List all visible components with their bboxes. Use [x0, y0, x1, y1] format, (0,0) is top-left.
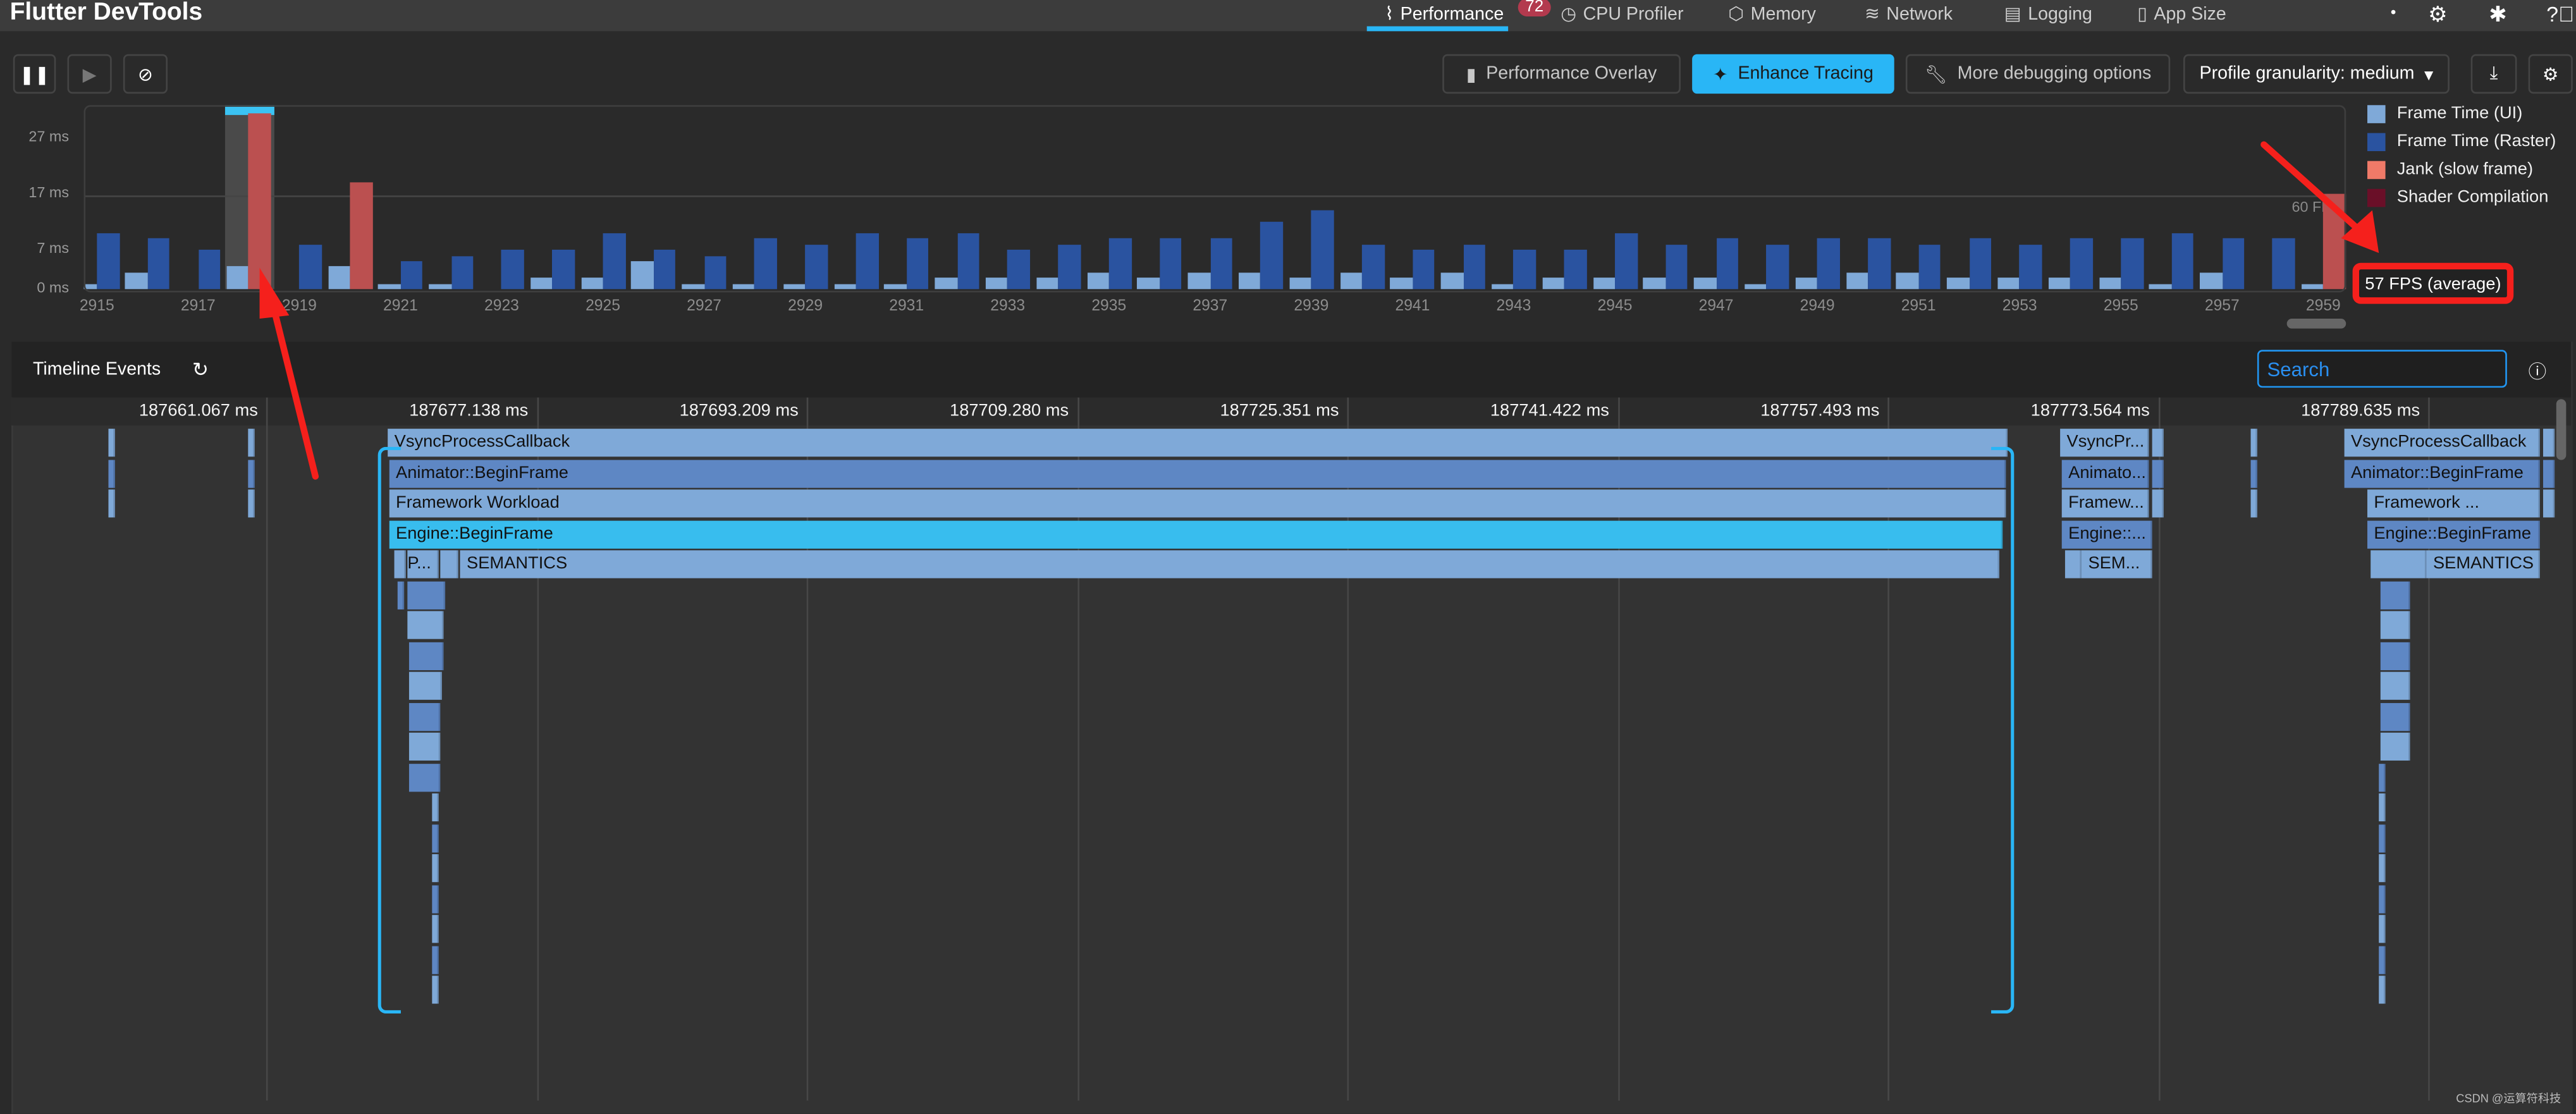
devtools-window: Flutter DevTools ⌇ Performance 72 ◷ CPU Pr…	[0, 0, 2576, 1114]
red-arrow-icon	[259, 267, 319, 480]
watermark: CSDN @运算符科技	[2456, 1094, 2561, 1106]
annotation-arrows	[259, 141, 2379, 480]
red-arrow-icon	[2260, 141, 2379, 254]
